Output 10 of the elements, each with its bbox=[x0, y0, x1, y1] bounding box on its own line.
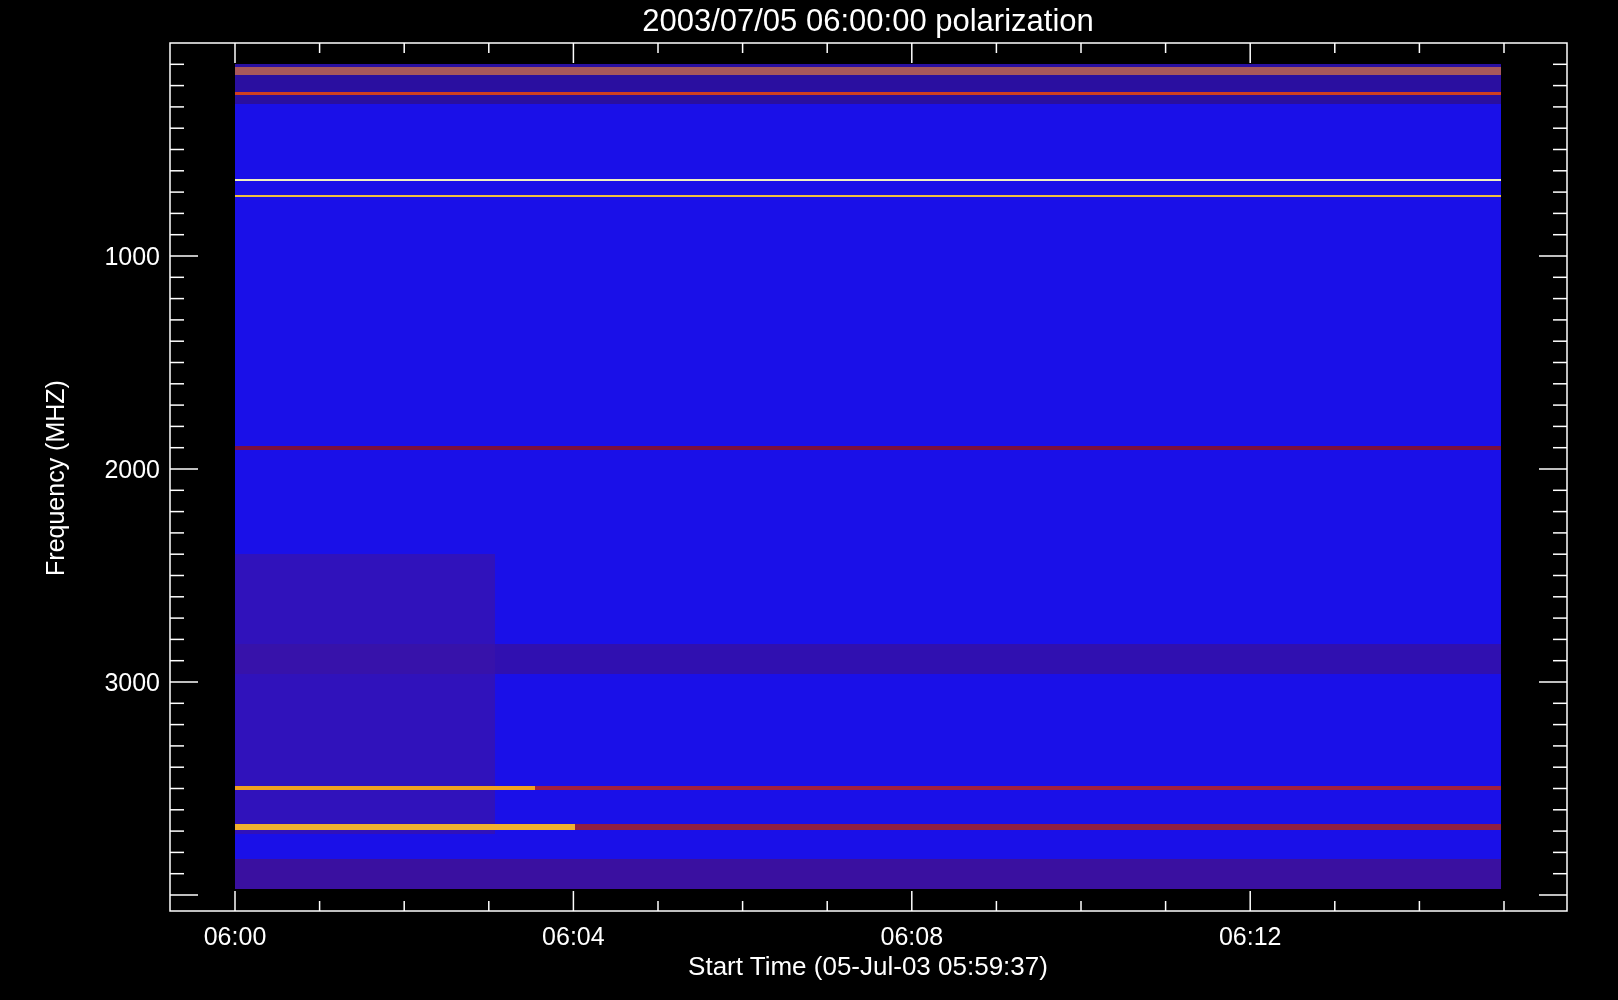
y-tick-label: 3000 bbox=[104, 668, 160, 696]
x-tick-label: 06:08 bbox=[880, 922, 944, 950]
y-axis-label: Frequency (MHZ) bbox=[41, 380, 69, 576]
x-tick-label: 06:04 bbox=[542, 922, 605, 950]
x-axis-label: Start Time (05-Jul-03 05:59:37) bbox=[688, 951, 1048, 981]
plot-title: 2003/07/05 06:00:00 polarization bbox=[642, 3, 1094, 38]
x-tick-label: 06:00 bbox=[203, 922, 267, 950]
x-tick-label: 06:12 bbox=[1218, 922, 1282, 950]
y-tick-label: 2000 bbox=[104, 455, 160, 483]
y-tick-label: 1000 bbox=[104, 242, 160, 270]
